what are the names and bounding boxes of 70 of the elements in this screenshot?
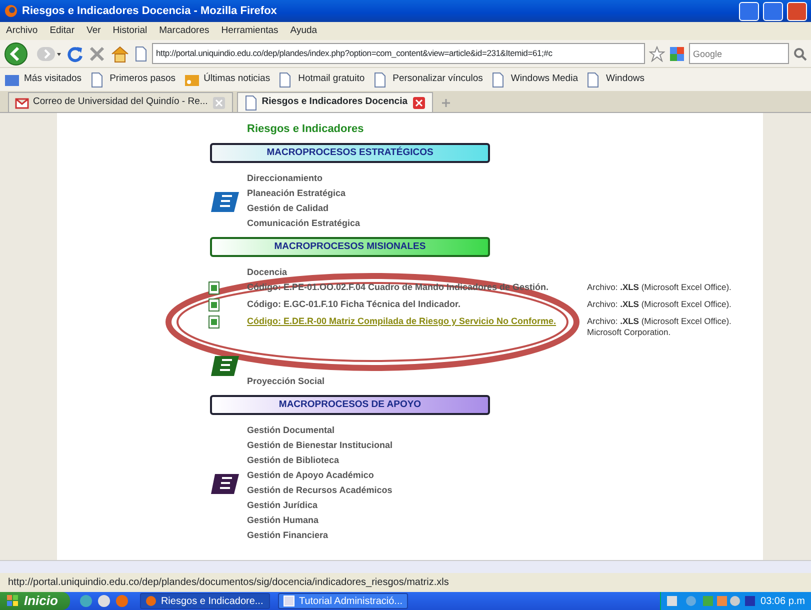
menu-link[interactable]: Proyección Social <box>247 374 325 389</box>
browser-tab[interactable]: Correo de Universidad del Quindío - Re... <box>8 92 233 112</box>
file-type-text: Archivo: .XLS (Microsoft Excel Office). Microsoft Corporation. <box>587 315 732 338</box>
excel-file-icon[interactable] <box>208 298 220 312</box>
excel-file-icon[interactable] <box>208 281 220 295</box>
bookmark[interactable]: Más visitados <box>4 72 82 88</box>
menu-link[interactable]: Gestión de Apoyo Académico <box>247 468 374 483</box>
a-tile-icon <box>210 471 240 495</box>
bookmark[interactable]: Primeros pasos <box>90 72 176 88</box>
stop-icon[interactable] <box>88 44 106 62</box>
window-title: Riesgos e Indicadores Docencia - Mozilla Firefox <box>22 4 278 19</box>
menu-item[interactable]: Ayuda <box>284 24 324 38</box>
maximize-button[interactable] <box>763 2 783 20</box>
close-icon[interactable] <box>412 96 426 110</box>
menu-item[interactable]: Editar <box>44 24 81 38</box>
excel-file-icon[interactable] <box>208 315 220 329</box>
firefox-icon <box>144 595 157 607</box>
page-icon <box>134 46 148 62</box>
menu-item[interactable]: Marcadores <box>153 24 216 38</box>
e-tile-icon <box>210 189 240 213</box>
page-icon <box>244 94 258 110</box>
menu-link[interactable]: Gestión Financiera <box>247 528 328 543</box>
taskbar-button[interactable]: Riesgos e Indicadore... <box>140 593 270 609</box>
window-icon <box>282 595 295 607</box>
bookmark[interactable]: Windows <box>586 72 645 88</box>
start-button[interactable]: Inicio <box>0 592 70 610</box>
file-type-text: Archivo: .XLS (Microsoft Excel Office). <box>587 298 732 310</box>
menu-item[interactable]: Ver <box>80 24 107 38</box>
bookmark[interactable]: Windows Media <box>490 72 578 88</box>
section-banner: MACROPROCESOS ESTRATÉGICOS <box>210 143 490 163</box>
file-type-text: Archivo: .XLS (Microsoft Excel Office). <box>587 281 732 293</box>
page-heading: Riesgos e Indicadores <box>247 122 365 137</box>
m-tile-icon <box>210 353 240 377</box>
menu-link[interactable]: Comunicación Estratégica <box>247 216 360 231</box>
menu-item[interactable]: Historial <box>106 24 154 38</box>
search-icon[interactable] <box>793 46 807 60</box>
horizontal-scrollbar[interactable] <box>0 560 811 573</box>
bookmark[interactable]: Hotmail gratuito <box>278 72 365 88</box>
search-field[interactable]: Google <box>689 43 789 64</box>
browser-tab[interactable]: Riesgos e Indicadores Docencia <box>236 92 433 112</box>
search-engine-icon[interactable] <box>669 46 685 62</box>
section-banner: MACROPROCESOS MISIONALES <box>210 237 490 257</box>
document-link[interactable]: Código: E.DE.R-00 Matriz Compilada de Riesgo y Servicio No Conforme. <box>247 314 582 329</box>
clock-text: 03:06 p.m <box>760 594 805 608</box>
menu-link[interactable]: Gestión de Bienestar Institucional <box>247 438 393 453</box>
bookmark[interactable]: Personalizar vínculos <box>372 72 483 88</box>
star-icon[interactable] <box>649 46 665 62</box>
menu-link[interactable]: Gestión de Calidad <box>247 201 329 216</box>
document-link[interactable]: Código: E.GC-01.F.10 Ficha Técnica del Indicador. <box>247 297 582 312</box>
reload-icon[interactable] <box>66 44 84 62</box>
menu-link[interactable]: Gestión de Biblioteca <box>247 453 340 468</box>
menu-link[interactable]: Gestión Humana <box>247 513 319 528</box>
menu-link[interactable]: Gestión Documental <box>247 423 335 438</box>
taskbar-button[interactable]: Tutorial Administració... <box>278 593 408 609</box>
menu-link[interactable]: Gestión de Recursos Académicos <box>247 483 392 498</box>
close-button[interactable] <box>787 2 807 20</box>
minimize-button[interactable] <box>739 2 759 20</box>
address-field[interactable]: http://portal.uniquindio.edu.co/dep/plandes/index.php?option=com_content&view=article&id=231&Itemid=61;#c <box>152 43 645 64</box>
menu-link[interactable]: Direccionamiento <box>247 171 323 186</box>
menu-link[interactable]: Planeación Estratégica <box>247 186 346 201</box>
menu-item[interactable]: Archivo <box>0 24 44 38</box>
bookmark[interactable]: Últimas noticias <box>184 72 270 88</box>
home-icon[interactable] <box>110 44 130 62</box>
menu-link[interactable]: Gestión Jurídica <box>247 498 318 513</box>
section-banner: MACROPROCESOS DE APOYO <box>210 395 490 415</box>
menu-link[interactable]: Docencia <box>247 265 288 280</box>
menu-item[interactable]: Herramientas <box>215 24 284 38</box>
windows-logo-icon <box>6 594 20 608</box>
firefox-icon <box>4 4 18 18</box>
tray-icons[interactable] <box>666 594 757 608</box>
